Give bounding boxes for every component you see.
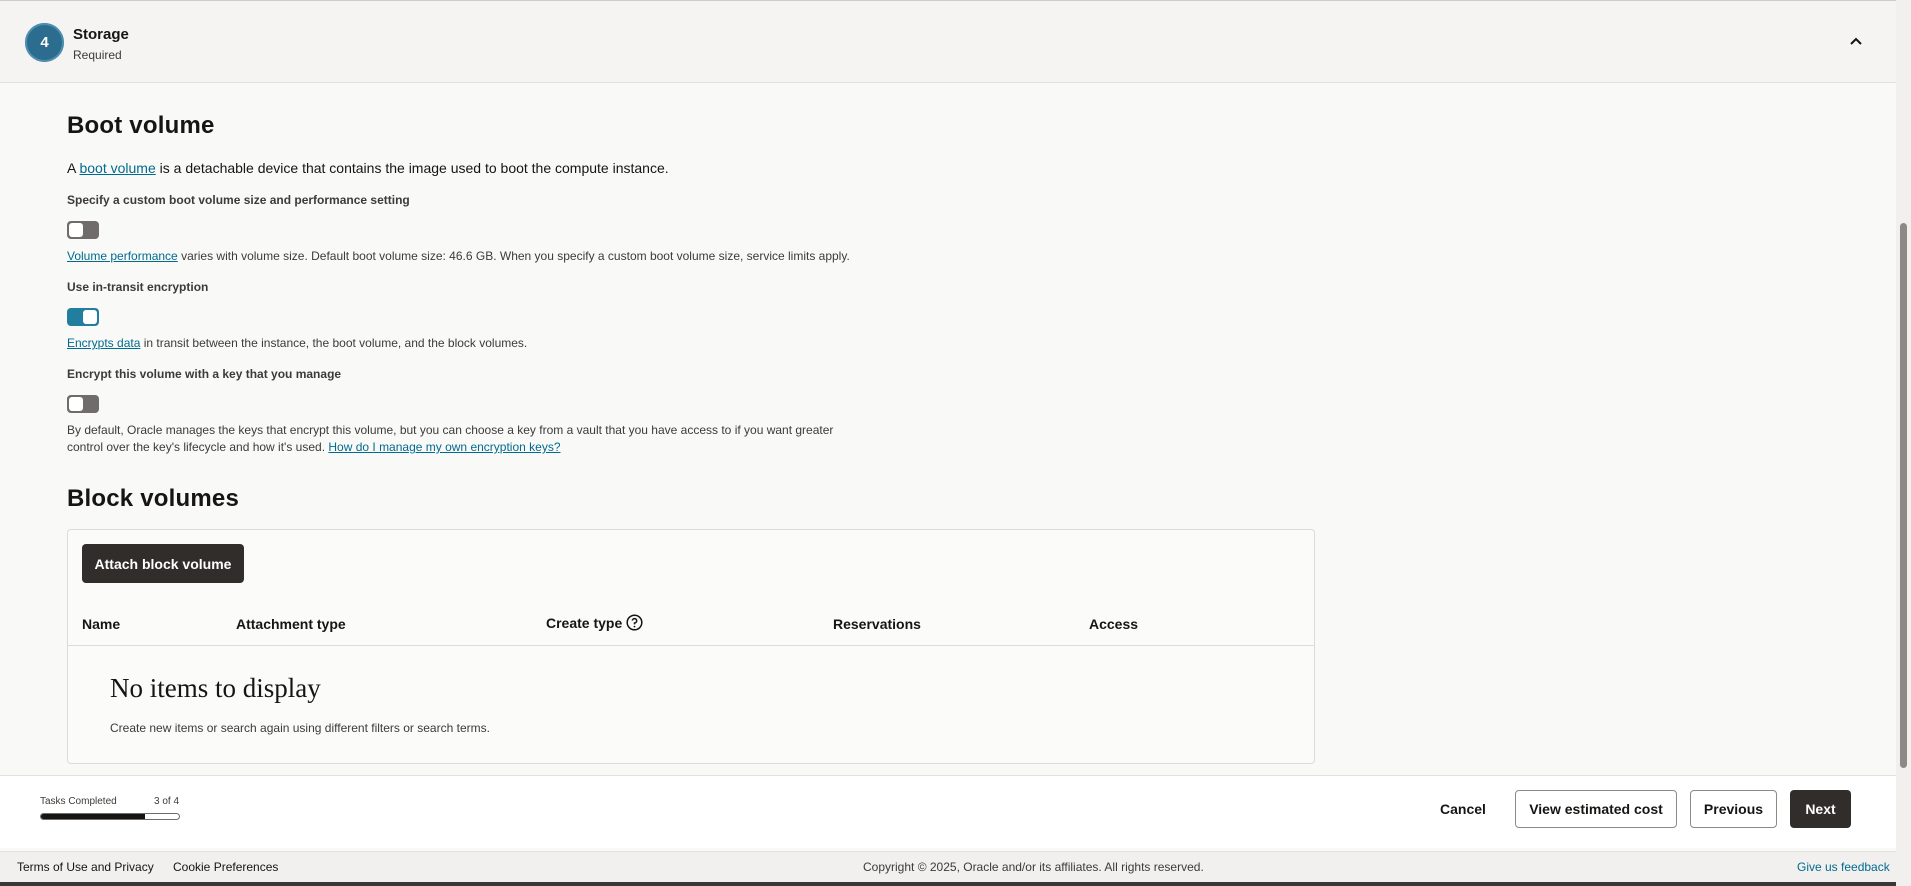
- bottom-edge: [0, 882, 1911, 886]
- view-estimated-cost-button[interactable]: View estimated cost: [1515, 790, 1677, 828]
- switch-knob: [83, 310, 97, 324]
- cookie-preferences-link[interactable]: Cookie Preferences: [173, 860, 278, 874]
- column-header-name[interactable]: Name: [82, 616, 120, 632]
- own-key-help: By default, Oracle manages the keys that…: [67, 422, 833, 456]
- in-transit-label: Use in-transit encryption: [67, 280, 209, 294]
- progress-bar-fill: [41, 814, 145, 819]
- in-transit-help-text: in transit between the instance, the boo…: [140, 336, 528, 350]
- feedback-link[interactable]: Give us feedback: [1797, 860, 1890, 874]
- question-circle-icon[interactable]: [626, 614, 643, 631]
- custom-size-help: Volume performance varies with volume si…: [67, 248, 850, 265]
- cancel-button[interactable]: Cancel: [1428, 790, 1498, 828]
- attach-block-volume-button[interactable]: Attach block volume: [82, 544, 244, 583]
- own-key-help-line2-wrap: control over the key's lifecycle and how…: [67, 439, 833, 456]
- copyright-text: Copyright © 2025, Oracle and/or its affi…: [863, 860, 1204, 874]
- block-volumes-heading: Block volumes: [67, 485, 239, 512]
- intro-prefix: A: [67, 160, 80, 176]
- next-button[interactable]: Next: [1790, 790, 1851, 828]
- own-key-label: Encrypt this volume with a key that you …: [67, 367, 342, 381]
- column-header-reservations[interactable]: Reservations: [833, 616, 921, 632]
- scrollbar-thumb[interactable]: [1900, 223, 1907, 768]
- switch-knob: [69, 223, 83, 237]
- collapse-step-button[interactable]: [1844, 29, 1868, 53]
- manage-keys-link[interactable]: How do I manage my own encryption keys?: [328, 440, 560, 454]
- boot-volume-heading: Boot volume: [67, 112, 215, 139]
- table-header-divider: [68, 645, 1314, 646]
- app-frame: 4 Storage Required Boot volume A boot vo…: [0, 0, 1911, 886]
- empty-state-text: Create new items or search again using d…: [110, 721, 490, 735]
- own-key-help-line1: By default, Oracle manages the keys that…: [67, 423, 834, 437]
- progress-label: Tasks Completed: [40, 796, 117, 807]
- custom-size-switch[interactable]: [67, 221, 99, 239]
- boot-volume-intro: A boot volume is a detachable device tha…: [67, 160, 669, 176]
- column-header-create-type[interactable]: Create type: [546, 615, 622, 631]
- column-header-attachment-type[interactable]: Attachment type: [236, 616, 346, 632]
- volume-performance-link[interactable]: Volume performance: [67, 249, 178, 263]
- chevron-up-icon: [1850, 37, 1862, 45]
- column-header-access[interactable]: Access: [1089, 616, 1138, 632]
- step-header[interactable]: 4 Storage Required: [0, 0, 1896, 83]
- own-key-help-line2: control over the key's lifecycle and how…: [67, 440, 329, 454]
- progress-bar: [40, 813, 180, 820]
- step-title: Storage: [73, 26, 129, 43]
- in-transit-switch[interactable]: [67, 308, 99, 326]
- previous-button[interactable]: Previous: [1690, 790, 1777, 828]
- switch-knob: [69, 397, 83, 411]
- encrypts-data-link[interactable]: Encrypts data: [67, 336, 140, 350]
- boot-volume-link[interactable]: boot volume: [79, 160, 155, 176]
- in-transit-help: Encrypts data in transit between the ins…: [67, 335, 527, 352]
- empty-state-title: No items to display: [110, 673, 321, 703]
- progress-count: 3 of 4: [154, 796, 180, 807]
- custom-size-label: Specify a custom boot volume size and pe…: [67, 193, 410, 207]
- step-subtitle: Required: [73, 48, 122, 62]
- own-key-switch[interactable]: [67, 395, 99, 413]
- column-header-create-type-wrap: Create type: [546, 614, 643, 631]
- terms-link[interactable]: Terms of Use and Privacy: [17, 860, 154, 874]
- custom-size-help-text: varies with volume size. Default boot vo…: [177, 249, 850, 263]
- step-number-badge: 4: [25, 23, 64, 62]
- intro-suffix: is a detachable device that contains the…: [155, 160, 669, 176]
